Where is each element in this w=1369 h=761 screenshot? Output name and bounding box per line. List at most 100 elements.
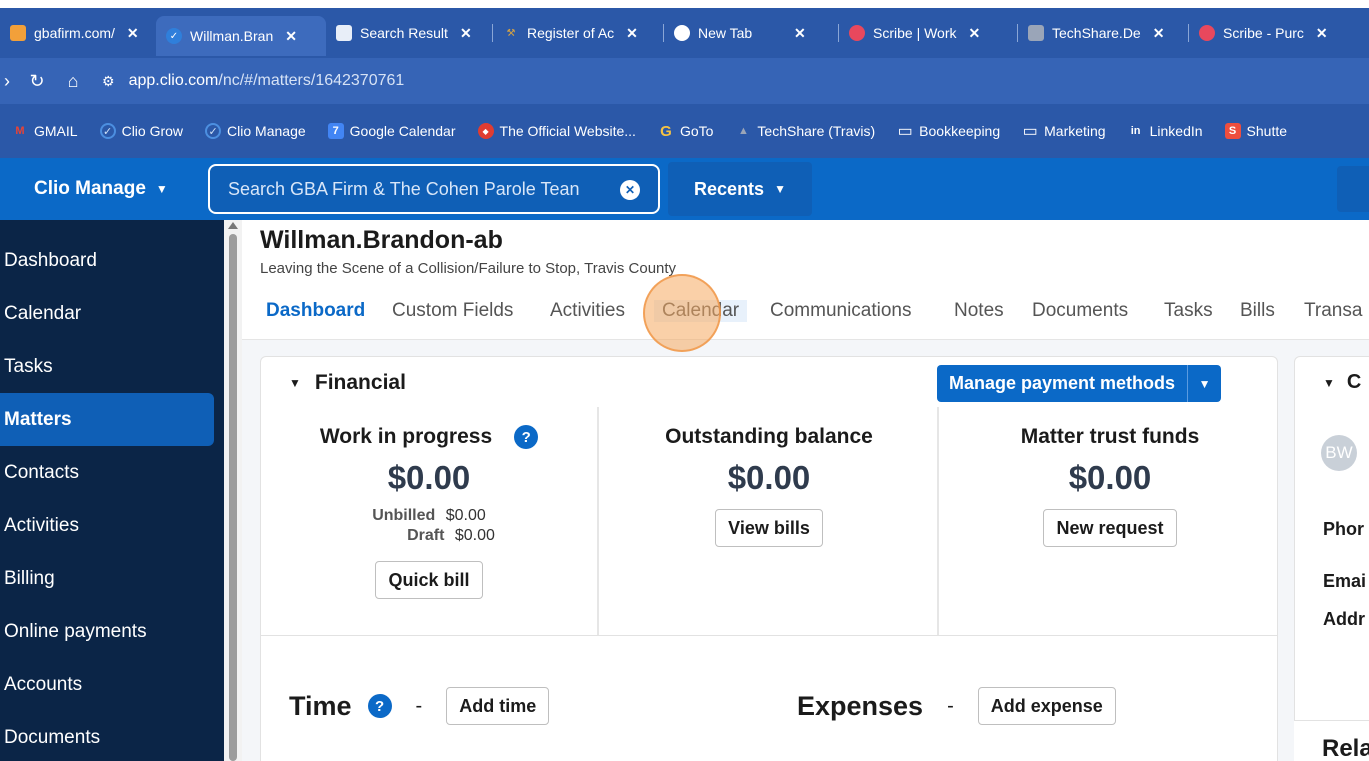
browser-tab[interactable]: New Tab ✕ xyxy=(664,16,838,50)
sidebar-item-billing[interactable]: Billing xyxy=(0,552,224,605)
bookmark-label: GoTo xyxy=(679,123,714,139)
site-settings-icon[interactable]: ⚙ xyxy=(102,73,115,90)
bookmark-clio-grow[interactable]: ✓ Clio Grow xyxy=(99,123,183,139)
financial-card: ▼ Financial Manage payment methods ▼ Wor… xyxy=(260,356,1278,761)
clio-favicon-icon: ✓ xyxy=(166,28,182,44)
sidebar-item-documents[interactable]: Documents xyxy=(0,711,224,761)
address-bar: › ↻ ⌂ ⚙ app.clio.com /nc/#/matters/16423… xyxy=(0,58,1369,104)
bookmark-clio-manage[interactable]: ✓ Clio Manage xyxy=(205,123,306,139)
unbilled-label: Unbilled xyxy=(372,507,436,524)
close-icon[interactable]: ✕ xyxy=(285,28,297,45)
bookmark-techshare[interactable]: ▲ TechShare (Travis) xyxy=(735,123,875,139)
sidebar-scrollbar[interactable] xyxy=(224,220,242,761)
tab-label: Register of Ac xyxy=(527,25,615,41)
close-icon[interactable]: ✕ xyxy=(969,25,981,42)
bookmark-bookkeeping[interactable]: ▭ Bookkeeping xyxy=(897,123,1001,140)
sidebar-item-dashboard[interactable]: Dashboard xyxy=(0,234,224,287)
caret-down-icon: ▼ xyxy=(774,182,786,196)
close-icon[interactable]: ✕ xyxy=(127,25,139,42)
sidebar-item-activities[interactable]: Activities xyxy=(0,499,224,552)
time-title: Time xyxy=(289,690,352,721)
clear-search-icon[interactable]: ✕ xyxy=(620,180,640,200)
browser-tab[interactable]: ⚒ Register of Ac ✕ xyxy=(493,16,663,50)
tab-label: Willman.Bran xyxy=(190,28,274,44)
matter-trust-funds-panel: Matter trust funds $0.00 New request xyxy=(941,407,1279,635)
recents-label: Recents xyxy=(694,178,765,199)
bookmark-marketing[interactable]: ▭ Marketing xyxy=(1022,123,1106,140)
close-icon[interactable]: ✕ xyxy=(626,25,638,42)
tab-tasks[interactable]: Tasks xyxy=(1164,300,1213,322)
contact-heading[interactable]: ▼ C xyxy=(1323,371,1361,394)
browser-tab[interactable]: gbafirm.com/ ✕ xyxy=(0,16,156,50)
scrollbar-thumb[interactable] xyxy=(229,234,237,761)
bookmark-google-calendar[interactable]: 7 Google Calendar xyxy=(327,123,456,139)
browser-tab[interactable]: Scribe | Work ✕ xyxy=(839,16,1017,50)
quick-bill-button[interactable]: Quick bill xyxy=(375,561,483,599)
bookmark-linkedin[interactable]: in LinkedIn xyxy=(1128,123,1203,139)
help-icon[interactable]: ? xyxy=(367,694,392,718)
view-bills-button[interactable]: View bills xyxy=(715,509,823,547)
tab-activities[interactable]: Activities xyxy=(550,300,625,322)
help-icon[interactable]: ? xyxy=(514,425,539,449)
register-favicon-icon: ⚒ xyxy=(506,27,516,39)
bookmark-shutterstock[interactable]: S Shutte xyxy=(1224,123,1287,139)
trust-title: Matter trust funds xyxy=(1020,425,1200,448)
clio-grow-icon: ✓ xyxy=(99,123,116,139)
global-search-input[interactable]: Search GBA Firm & The Cohen Parole Tean … xyxy=(208,164,660,214)
scribe-icon xyxy=(1199,25,1215,41)
tab-label: gbafirm.com/ xyxy=(34,25,115,41)
sidebar-item-calendar[interactable]: Calendar xyxy=(0,287,224,340)
section-divider xyxy=(261,635,1277,636)
sidebar-item-contacts[interactable]: Contacts xyxy=(0,446,224,499)
close-icon[interactable]: ✕ xyxy=(1153,25,1165,42)
sidebar-item-tasks[interactable]: Tasks xyxy=(0,340,224,393)
url-field[interactable]: ⚙ app.clio.com /nc/#/matters/1642370761 xyxy=(102,72,404,90)
browser-tab[interactable]: TechShare.De ✕ xyxy=(1018,16,1188,50)
sidebar-item-online-payments[interactable]: Online payments xyxy=(0,605,224,658)
forward-icon[interactable]: › xyxy=(2,71,12,92)
folder-icon: ▭ xyxy=(897,123,913,140)
sidebar-item-matters[interactable]: Matters xyxy=(0,393,214,446)
bookmark-official-website[interactable]: ◆ The Official Website... xyxy=(477,123,636,139)
top-strip xyxy=(0,0,1369,8)
tab-bills[interactable]: Bills xyxy=(1240,300,1275,322)
chevron-down-icon[interactable]: ▼ xyxy=(1187,365,1221,402)
add-time-button[interactable]: Add time xyxy=(446,687,550,725)
home-icon[interactable]: ⌂ xyxy=(62,71,84,92)
bookmark-gmail[interactable]: M GMAIL xyxy=(12,123,78,139)
sidebar-item-accounts[interactable]: Accounts xyxy=(0,658,224,711)
financial-heading[interactable]: ▼ Financial xyxy=(289,371,406,395)
tab-documents[interactable]: Documents xyxy=(1032,300,1128,322)
header-action-button[interactable] xyxy=(1337,166,1369,212)
tab-label: New Tab xyxy=(698,25,753,41)
tab-label: TechShare.De xyxy=(1052,25,1141,41)
tab-dashboard[interactable]: Dashboard xyxy=(266,300,365,322)
manage-payment-methods-button[interactable]: Manage payment methods ▼ xyxy=(937,365,1222,402)
document-favicon-icon xyxy=(336,25,352,41)
close-icon[interactable]: ✕ xyxy=(794,25,806,42)
close-icon[interactable]: ✕ xyxy=(1316,25,1328,42)
bookmark-goto[interactable]: G GoTo xyxy=(658,122,714,140)
app-switcher[interactable]: Clio Manage ▼ xyxy=(34,178,204,200)
tab-notes[interactable]: Notes xyxy=(954,300,1004,322)
recents-button[interactable]: Recents ▼ xyxy=(668,162,812,216)
bookmark-label: GMAIL xyxy=(34,123,78,139)
reload-icon[interactable]: ↻ xyxy=(26,71,48,92)
goto-icon: G xyxy=(660,122,672,140)
tab-transactions[interactable]: Transa xyxy=(1304,300,1362,322)
scroll-up-icon[interactable] xyxy=(228,222,238,229)
add-expense-button[interactable]: Add expense xyxy=(977,687,1116,725)
new-request-button[interactable]: New request xyxy=(1043,509,1177,547)
avatar: BW xyxy=(1321,435,1357,471)
unbilled-value: $0.00 xyxy=(445,507,486,524)
folder-icon: ▭ xyxy=(1022,123,1038,140)
browser-tab[interactable]: Search Result ✕ xyxy=(326,16,492,50)
tab-communications[interactable]: Communications xyxy=(770,300,912,322)
close-icon[interactable]: ✕ xyxy=(460,25,472,42)
draft-value: $0.00 xyxy=(454,527,495,544)
browser-tab[interactable]: Scribe - Purc ✕ xyxy=(1189,16,1349,50)
browser-tab-active[interactable]: ✓ Willman.Bran ✕ xyxy=(156,16,326,56)
app-header: Clio Manage ▼ Search GBA Firm & The Cohe… xyxy=(0,158,1369,220)
tab-custom-fields[interactable]: Custom Fields xyxy=(392,300,513,322)
separator-dash: - xyxy=(415,694,423,717)
